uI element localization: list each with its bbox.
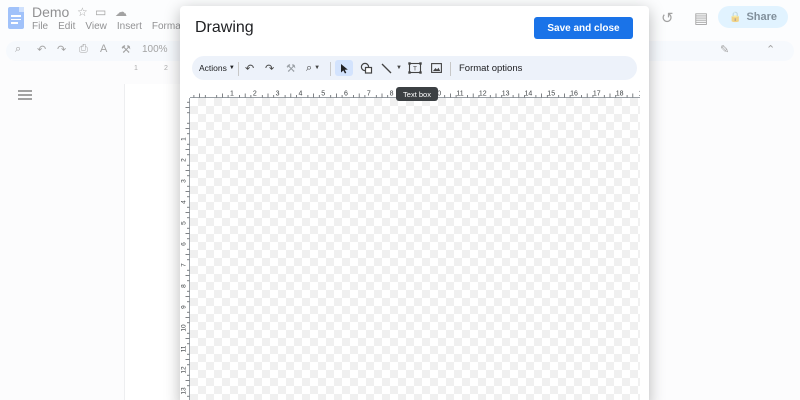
drawing-dialog: Drawing Save and close Actions ▼ ↶ ↷ ⚒ ⌕…	[180, 6, 649, 400]
chevron-down-icon: ▼	[396, 65, 402, 71]
image-icon	[431, 63, 442, 73]
ruler-label: 11	[456, 91, 463, 98]
ruler-label: 13	[502, 91, 510, 98]
zoom-icon[interactable]: ⌕ ▼	[306, 61, 320, 75]
shape-tool-button[interactable]	[360, 61, 373, 75]
ruler-label: 5	[181, 221, 188, 225]
undo-icon[interactable]: ↶	[245, 61, 254, 75]
select-tool-button[interactable]	[335, 60, 353, 76]
redo-icon[interactable]: ↷	[265, 61, 274, 75]
actions-label: Actions	[199, 63, 227, 73]
ruler-label: 7	[181, 263, 188, 267]
toolbar-divider	[330, 62, 331, 76]
ruler-label: 15	[547, 91, 555, 98]
save-and-close-button[interactable]: Save and close	[534, 17, 633, 39]
ruler-label: 2	[253, 91, 257, 98]
ruler-label: 1	[181, 137, 188, 141]
chevron-down-icon: ▼	[314, 65, 321, 71]
ruler-label: 17	[593, 91, 601, 98]
ruler-label: 3	[181, 179, 188, 183]
ruler-label: 9	[181, 305, 188, 309]
ruler-label: 13	[181, 387, 188, 395]
ruler-label: 6	[344, 91, 348, 98]
ruler-label: 6	[181, 242, 188, 246]
shapes-icon	[360, 62, 373, 74]
ruler-label: 18	[616, 91, 624, 98]
format-options-button[interactable]: Format options	[459, 61, 522, 75]
ruler-label: 12	[181, 366, 188, 374]
ruler-label: 5	[321, 91, 325, 98]
magnifier-icon: ⌕	[306, 61, 313, 74]
chevron-down-icon: ▼	[228, 65, 235, 71]
toolbar-divider	[238, 62, 239, 76]
actions-menu[interactable]: Actions ▼	[199, 61, 235, 75]
line-icon	[381, 63, 392, 73]
text-box-button[interactable]: T	[408, 61, 422, 75]
paint-format-icon[interactable]: ⚒	[286, 61, 296, 75]
ruler-label: 8	[181, 284, 188, 288]
text-box-icon: T	[408, 62, 422, 74]
ruler-label: 8	[390, 91, 394, 98]
ruler-label: 7	[367, 91, 371, 98]
ruler-label: 12	[479, 91, 487, 98]
ruler-label: 11	[181, 345, 188, 352]
svg-text:T: T	[413, 66, 417, 73]
vertical-ruler: 1234567891011121314	[181, 98, 190, 400]
text-box-tooltip: Text box	[396, 87, 438, 101]
ruler-label: 2	[181, 158, 188, 162]
drawing-canvas[interactable]	[190, 98, 640, 400]
ruler-label: 14	[525, 91, 533, 98]
dialog-title: Drawing	[195, 19, 254, 36]
ruler-label: 4	[181, 200, 188, 204]
image-tool-button[interactable]	[431, 61, 442, 75]
ruler-label: 3	[276, 91, 280, 98]
ruler-label: 19	[639, 91, 640, 98]
line-tool-button[interactable]: ▼	[381, 61, 402, 75]
ruler-label: 1	[230, 91, 234, 98]
ruler-label: 10	[181, 324, 188, 332]
toolbar-divider	[450, 62, 451, 76]
cursor-arrow-icon	[340, 63, 348, 73]
ruler-label: 4	[298, 91, 302, 98]
ruler-label: 16	[570, 91, 578, 98]
